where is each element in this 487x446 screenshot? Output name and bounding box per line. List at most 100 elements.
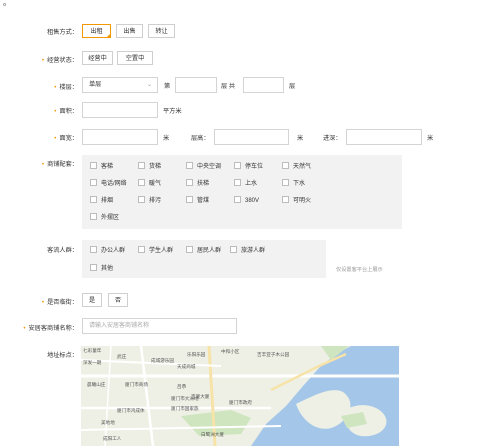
floor-di-text: 第 bbox=[164, 83, 171, 90]
map-label: 晨曦山庄 bbox=[87, 382, 106, 387]
area-unit: 平方米 bbox=[163, 108, 182, 115]
required-mark: • bbox=[54, 108, 57, 115]
customer-checkbox[interactable]: 其他 bbox=[90, 264, 113, 274]
checkbox-icon bbox=[186, 246, 193, 253]
facility-checkbox[interactable]: 排污 bbox=[138, 196, 161, 206]
floor-type-select[interactable]: 单层 ⌄ bbox=[82, 77, 158, 93]
map-label: 深发一期 bbox=[83, 360, 102, 365]
height-input[interactable] bbox=[214, 129, 289, 145]
shop-name-label: • 安居客商铺名称： bbox=[23, 325, 78, 332]
facilities-panel: 客梯 货梯 中央空调 停车位 天然气 电话/网络 暖气 扶梯 上水 下水 排烟 … bbox=[82, 155, 402, 229]
map-label: 厦门市商场 bbox=[125, 382, 148, 387]
floor-ceng-text: 层 bbox=[289, 83, 296, 90]
map-label: 成阳工人 bbox=[103, 436, 122, 441]
checkbox-icon bbox=[234, 179, 241, 186]
facility-checkbox[interactable]: 外摆区 bbox=[90, 213, 119, 223]
required-mark: • bbox=[41, 57, 45, 64]
checkbox-icon bbox=[90, 196, 97, 203]
map-label: 成城游乐园 bbox=[151, 358, 174, 363]
checkbox-icon bbox=[138, 162, 145, 169]
checkbox-icon bbox=[90, 264, 97, 271]
facility-checkbox[interactable]: 电话/网络 bbox=[90, 179, 127, 189]
facility-checkbox[interactable]: 可明火 bbox=[282, 196, 311, 206]
checkbox-icon bbox=[90, 246, 97, 253]
facility-checkbox[interactable]: 停车位 bbox=[234, 162, 263, 172]
street-option-no[interactable]: 否 bbox=[108, 293, 128, 307]
rent-mode-option-transfer[interactable]: 转让 bbox=[148, 24, 175, 38]
checkbox-icon bbox=[90, 213, 97, 220]
checkbox-icon bbox=[186, 179, 193, 186]
customers-panel: 办公人群 学生人群 居民人群 旅游人群 其他 bbox=[82, 240, 326, 278]
depth-label: 进深： bbox=[323, 135, 342, 142]
shop-name-input[interactable]: 请输入安居客商铺名称 bbox=[82, 318, 237, 334]
height-label: 层高： bbox=[191, 135, 210, 142]
depth-unit: 米 bbox=[427, 135, 434, 142]
checkbox-icon bbox=[282, 179, 289, 186]
customer-checkbox[interactable]: 旅游人群 bbox=[230, 246, 265, 256]
facility-checkbox[interactable]: 客梯 bbox=[90, 162, 113, 172]
width-input[interactable] bbox=[82, 129, 158, 145]
checkbox-icon bbox=[138, 179, 145, 186]
floor-total-input[interactable] bbox=[243, 77, 284, 93]
customer-checkbox[interactable]: 学生人群 bbox=[138, 246, 173, 256]
floor-ceng-gong-text: 层 共 bbox=[221, 83, 236, 90]
map[interactable]: 七彩童年 武庄 成城游乐园 乐阳乐园 深发一期 中和小区 天成商城 吉丰亚子木公… bbox=[81, 346, 399, 446]
width-label: • 面宽： bbox=[54, 135, 78, 142]
map-label: 武庄 bbox=[117, 354, 127, 359]
required-mark: • bbox=[41, 299, 45, 306]
map-label: 中和小区 bbox=[221, 349, 240, 354]
depth-input[interactable] bbox=[346, 129, 422, 145]
facility-checkbox[interactable]: 380V bbox=[234, 196, 259, 206]
rent-mode-option-sale[interactable]: 出售 bbox=[116, 24, 143, 38]
map-label: 吕恭 bbox=[177, 384, 187, 389]
street-option-yes[interactable]: 是 bbox=[82, 293, 102, 307]
checkbox-icon bbox=[138, 246, 145, 253]
required-mark: • bbox=[54, 135, 57, 142]
map-canvas bbox=[81, 346, 399, 446]
area-label: • 面积： bbox=[54, 108, 78, 115]
facility-checkbox[interactable]: 暖气 bbox=[138, 179, 161, 189]
facility-checkbox[interactable]: 下水 bbox=[282, 179, 305, 189]
area-input[interactable] bbox=[82, 102, 158, 118]
checkbox-icon bbox=[186, 196, 193, 203]
customer-checkbox[interactable]: 居民人群 bbox=[186, 246, 221, 256]
map-label: 厦门市大洲地 bbox=[171, 396, 199, 401]
map-label: 白鹭洲大厦 bbox=[201, 432, 224, 437]
checkbox-icon bbox=[90, 179, 97, 186]
checkbox-icon bbox=[90, 162, 97, 169]
checkbox-icon bbox=[234, 196, 241, 203]
facility-checkbox[interactable]: 管煤 bbox=[186, 196, 209, 206]
rent-mode-label: 租售方式： bbox=[47, 29, 78, 36]
required-mark: • bbox=[23, 325, 26, 332]
facility-checkbox[interactable]: 货梯 bbox=[138, 162, 161, 172]
checkbox-icon bbox=[282, 162, 289, 169]
map-label: 乐阳乐园 bbox=[187, 352, 206, 357]
map-label: 吉丰亚子木公园 bbox=[257, 352, 290, 357]
customer-checkbox[interactable]: 办公人群 bbox=[90, 246, 125, 256]
business-status-option-operating[interactable]: 经营中 bbox=[82, 51, 113, 65]
map-label: 厦门市国家旅 bbox=[171, 406, 199, 411]
rent-mode-option-rent[interactable]: 出租 bbox=[82, 24, 111, 38]
customers-note: 仅设置客平台上展示 bbox=[336, 267, 383, 273]
map-label: 厦门市政府 bbox=[229, 400, 252, 405]
map-label: 七彩童年 bbox=[83, 348, 102, 353]
floor-label: • 楼层： bbox=[54, 84, 78, 91]
chevron-down-icon: ⌄ bbox=[146, 82, 152, 88]
facilities-label: • 商铺配套： bbox=[41, 161, 78, 168]
business-status-option-vacant[interactable]: 空置中 bbox=[117, 51, 153, 65]
map-label: 厦门市鸿成体 bbox=[117, 408, 145, 413]
shop-name-placeholder: 请输入安居客商铺名称 bbox=[89, 323, 150, 329]
street-label: • 是否临街： bbox=[41, 299, 78, 306]
facility-checkbox[interactable]: 排烟 bbox=[90, 196, 113, 206]
floor-number-input[interactable] bbox=[175, 77, 217, 93]
facility-checkbox[interactable]: 中央空调 bbox=[186, 162, 221, 172]
facility-checkbox[interactable]: 上水 bbox=[234, 179, 257, 189]
checkbox-icon bbox=[138, 196, 145, 203]
facility-checkbox[interactable]: 扶梯 bbox=[186, 179, 209, 189]
checkbox-icon bbox=[186, 162, 193, 169]
checkbox-icon bbox=[282, 196, 289, 203]
customers-label: 客流人群： bbox=[47, 247, 78, 254]
facility-checkbox[interactable]: 天然气 bbox=[282, 162, 311, 172]
height-unit: 米 bbox=[297, 135, 304, 142]
required-mark: • bbox=[54, 84, 57, 91]
